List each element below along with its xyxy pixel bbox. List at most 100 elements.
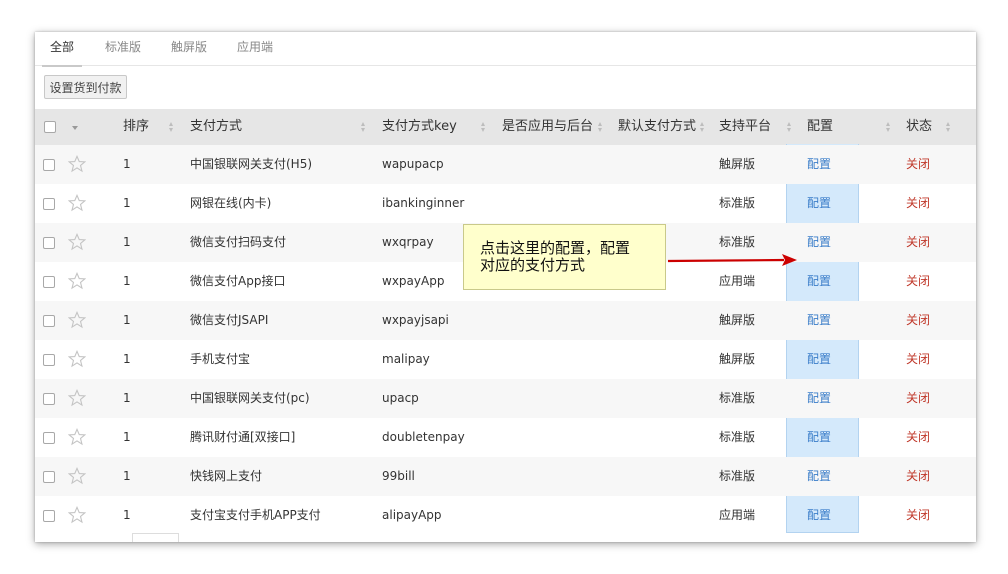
cell-sort: 1: [123, 352, 131, 366]
status-close-link[interactable]: 关闭: [906, 184, 930, 223]
header-method[interactable]: 支付方式: [190, 109, 242, 145]
cell-method: 中国银联网关支付(pc): [190, 391, 310, 405]
sort-icon[interactable]: [700, 120, 704, 134]
cell-platform: 标准版: [719, 391, 756, 405]
star-outline-icon[interactable]: [68, 272, 86, 290]
cell-key: doubletenpay: [382, 430, 465, 444]
table-row: 1 支付宝支付手机APP支付 alipayApp 应用端 配置 关闭: [35, 496, 976, 535]
star-outline-icon[interactable]: [68, 428, 86, 446]
status-close-link[interactable]: 关闭: [906, 223, 930, 262]
row-checkbox[interactable]: [43, 159, 55, 171]
sort-icon[interactable]: [361, 120, 365, 134]
cell-sort: 1: [123, 391, 131, 405]
row-checkbox[interactable]: [43, 471, 55, 483]
row-checkbox[interactable]: [43, 432, 55, 444]
cell-method: 微信支付JSAPI: [190, 313, 269, 327]
star-outline-icon[interactable]: [68, 389, 86, 407]
table-row: 1 网银在线(内卡) ibankinginner 标准版 配置 关闭: [35, 184, 976, 223]
config-link[interactable]: 配置: [807, 301, 831, 340]
cell-sort: 1: [123, 274, 131, 288]
tab-all[interactable]: 全部: [42, 32, 82, 67]
cell-sort: 1: [123, 508, 131, 522]
cell-key: 99bill: [382, 469, 415, 483]
config-link[interactable]: 配置: [807, 340, 831, 379]
star-outline-icon[interactable]: [68, 194, 86, 212]
star-outline-icon[interactable]: [68, 350, 86, 368]
sort-icon[interactable]: [787, 120, 791, 134]
header-key[interactable]: 支付方式key: [382, 109, 457, 145]
sort-icon[interactable]: [169, 120, 173, 134]
row-checkbox[interactable]: [43, 510, 55, 522]
cell-sort: 1: [123, 430, 131, 444]
cell-sort: 1: [123, 157, 131, 171]
status-close-link[interactable]: 关闭: [906, 379, 930, 418]
cell-method: 支付宝支付手机APP支付: [190, 508, 321, 522]
tab-touch[interactable]: 触屏版: [166, 32, 212, 65]
arrow-right-icon: [667, 254, 797, 266]
cell-sort: 1: [123, 313, 131, 327]
status-close-link[interactable]: 关闭: [906, 457, 930, 496]
cell-platform: 标准版: [719, 430, 756, 444]
set-cod-button[interactable]: 设置货到付款: [44, 75, 127, 99]
annotation-line-2: 对应的支付方式: [480, 256, 586, 274]
header-backend[interactable]: 是否应用与后台: [502, 109, 593, 145]
select-all-checkbox[interactable]: [44, 121, 56, 133]
header-status[interactable]: 状态: [906, 109, 932, 145]
cell-method: 手机支付宝: [190, 352, 251, 366]
config-link[interactable]: 配置: [807, 223, 831, 262]
cell-platform: 触屏版: [719, 352, 756, 366]
table-row: 1 快钱网上支付 99bill 标准版 配置 关闭: [35, 457, 976, 496]
cell-platform: 标准版: [719, 469, 756, 483]
star-outline-icon[interactable]: [68, 467, 86, 485]
cell-key: wxqrpay: [382, 235, 434, 249]
annotation-line-1: 点击这里的配置，配置: [480, 239, 631, 257]
row-checkbox[interactable]: [43, 393, 55, 405]
header-config: 配置: [807, 119, 834, 134]
sort-icon[interactable]: [598, 120, 602, 134]
row-checkbox[interactable]: [43, 315, 55, 327]
status-close-link[interactable]: 关闭: [906, 262, 930, 301]
cell-key: wxpayApp: [382, 274, 445, 288]
caret-down-icon[interactable]: [72, 126, 78, 130]
row-checkbox[interactable]: [43, 276, 55, 288]
config-link[interactable]: 配置: [807, 457, 831, 496]
cell-platform: 触屏版: [719, 157, 756, 171]
config-link[interactable]: 配置: [807, 184, 831, 223]
config-link[interactable]: 配置: [807, 379, 831, 418]
star-outline-icon[interactable]: [68, 506, 86, 524]
tab-standard[interactable]: 标准版: [100, 32, 146, 65]
cell-method: 腾讯财付通[双接口]: [190, 430, 296, 444]
star-outline-icon[interactable]: [68, 311, 86, 329]
star-outline-icon[interactable]: [68, 233, 86, 251]
status-close-link[interactable]: 关闭: [906, 145, 930, 184]
cell-method: 快钱网上支付: [190, 469, 263, 483]
sort-icon[interactable]: [886, 120, 890, 134]
row-checkbox[interactable]: [43, 198, 55, 210]
annotation-callout: 点击这里的配置，配置 对应的支付方式: [463, 224, 666, 290]
row-checkbox[interactable]: [43, 237, 55, 249]
config-link[interactable]: 配置: [807, 418, 831, 457]
header-platform[interactable]: 支持平台: [719, 109, 771, 145]
cell-method: 中国银联网关支付(H5): [190, 157, 313, 171]
tab-bar: 全部 标准版 触屏版 应用端: [35, 32, 976, 67]
cell-key: alipayApp: [382, 508, 442, 522]
row-checkbox[interactable]: [43, 354, 55, 366]
config-link[interactable]: 配置: [807, 145, 831, 184]
status-close-link[interactable]: 关闭: [906, 340, 930, 379]
cell-key: ibankinginner: [382, 196, 465, 210]
header-default[interactable]: 默认支付方式: [618, 109, 696, 145]
header-sort[interactable]: 排序: [123, 109, 149, 145]
sort-icon[interactable]: [481, 120, 485, 134]
config-link[interactable]: 配置: [807, 262, 831, 301]
status-close-link[interactable]: 关闭: [906, 496, 930, 535]
payment-methods-panel: 全部 标准版 触屏版 应用端 设置货到付款 排序 支付方式 支付方式key 是否…: [35, 32, 976, 542]
status-close-link[interactable]: 关闭: [906, 418, 930, 457]
table-row: 1 手机支付宝 malipay 触屏版 配置 关闭: [35, 340, 976, 379]
sort-icon[interactable]: [946, 120, 950, 134]
config-link[interactable]: 配置: [807, 496, 831, 535]
star-outline-icon[interactable]: [68, 155, 86, 173]
status-close-link[interactable]: 关闭: [906, 301, 930, 340]
cell-platform: 标准版: [719, 196, 756, 210]
table-row: 1 微信支付JSAPI wxpayjsapi 触屏版 配置 关闭: [35, 301, 976, 340]
tab-app[interactable]: 应用端: [232, 32, 278, 65]
